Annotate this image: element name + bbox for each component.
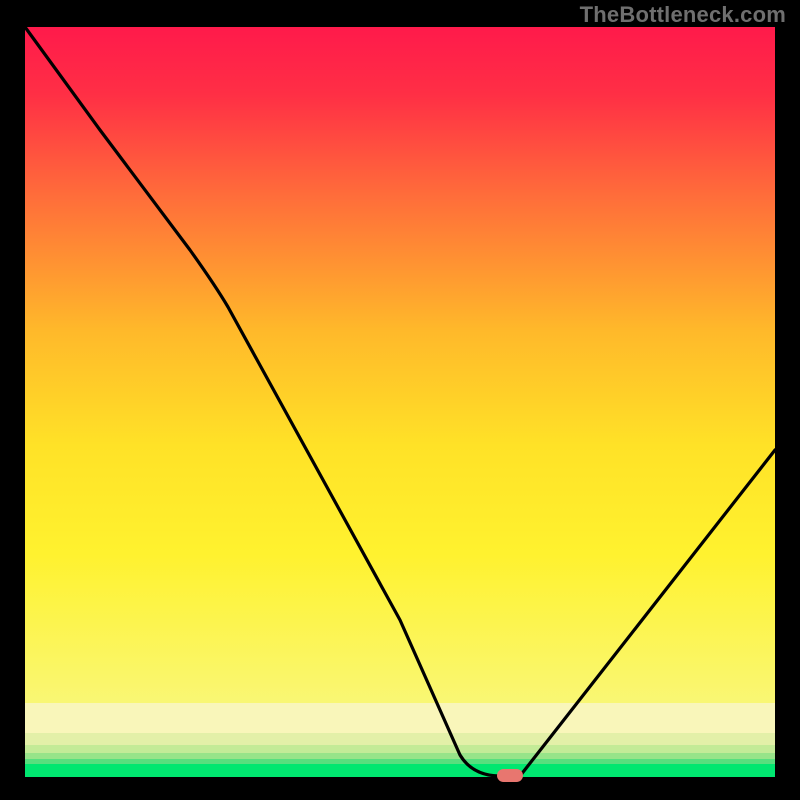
band-green-bottom [25, 764, 775, 777]
plot-area [25, 27, 775, 782]
band-lime-1 [25, 733, 775, 745]
band-pale [25, 703, 775, 733]
bottleneck-chart [0, 0, 800, 800]
gradient-heat [25, 27, 775, 703]
chart-frame: TheBottleneck.com [0, 0, 800, 800]
optimal-marker [497, 769, 523, 782]
watermark-label: TheBottleneck.com [580, 2, 786, 28]
band-lime-2 [25, 745, 775, 753]
band-lime-3 [25, 753, 775, 759]
band-green-1 [25, 759, 775, 764]
